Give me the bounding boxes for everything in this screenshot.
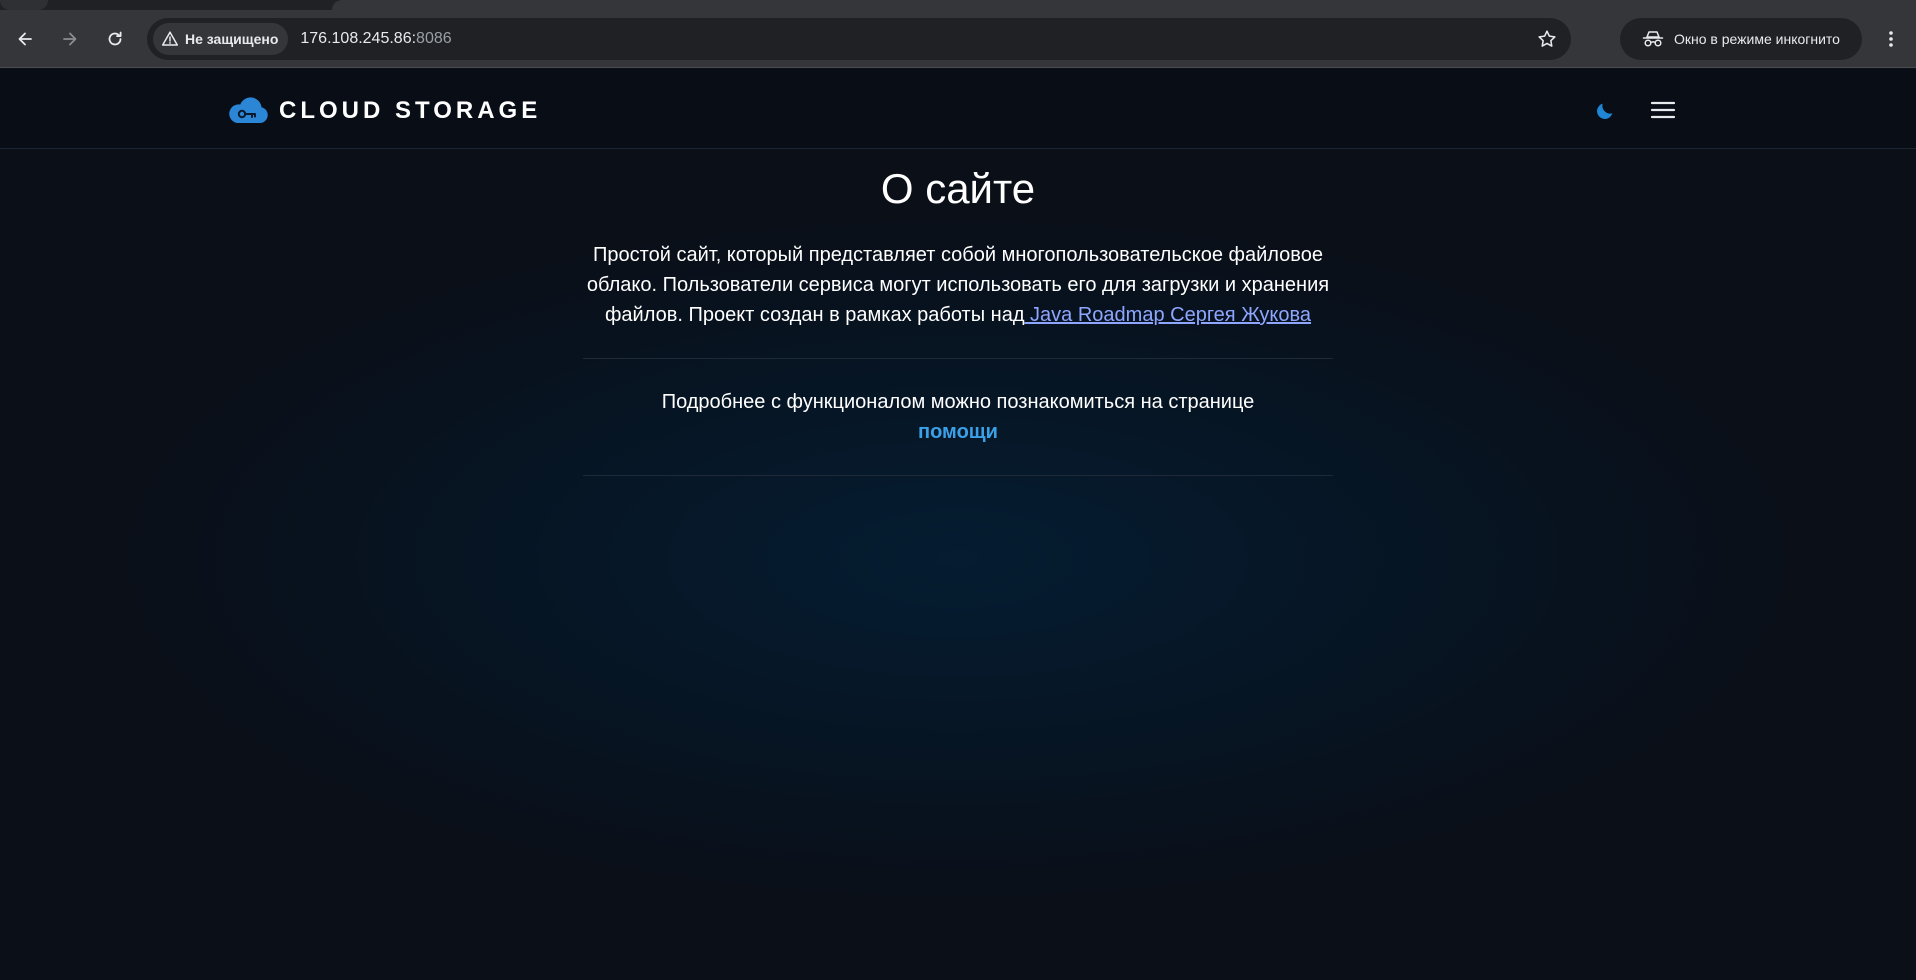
security-indicator[interactable]: Не защищено bbox=[153, 23, 289, 55]
tab-previous[interactable] bbox=[0, 0, 48, 10]
theme-toggle-button[interactable] bbox=[1592, 98, 1618, 124]
forward-button[interactable] bbox=[55, 24, 85, 54]
address-bar[interactable]: Не защищено 176.108.245.86:8086 bbox=[147, 18, 1571, 60]
help-text: Подробнее с функционалом можно познакоми… bbox=[661, 391, 1255, 413]
cloud-key-icon bbox=[229, 97, 268, 123]
help-link[interactable]: помощи bbox=[918, 421, 998, 443]
url-text[interactable]: 176.108.245.86:8086 bbox=[300, 30, 451, 48]
warning-icon bbox=[161, 31, 179, 46]
back-button[interactable] bbox=[10, 24, 40, 54]
menu-toggle-button[interactable] bbox=[1650, 95, 1676, 125]
arrow-left-icon bbox=[18, 32, 32, 46]
security-label: Не защищено bbox=[185, 31, 279, 47]
reload-button[interactable] bbox=[100, 24, 130, 54]
tab-strip bbox=[0, 0, 1916, 10]
hamburger-icon bbox=[1650, 101, 1676, 119]
page-title: О сайте bbox=[880, 165, 1036, 212]
site-header: CLOUD STORAGE bbox=[0, 69, 1916, 149]
incognito-icon bbox=[1642, 31, 1664, 47]
browser-toolbar: Не защищено 176.108.245.86:8086 Окно в р… bbox=[0, 10, 1916, 68]
java-roadmap-link[interactable]: Java Roadmap Сергея Жукова bbox=[1025, 304, 1311, 326]
tab-active[interactable] bbox=[332, 0, 1916, 10]
about-section: О сайте Простой сайт, который представля… bbox=[560, 164, 1356, 476]
incognito-indicator[interactable]: Окно в режиме инкогнито bbox=[1620, 18, 1862, 60]
incognito-label: Окно в режиме инкогнито bbox=[1674, 31, 1840, 47]
divider-bottom bbox=[583, 475, 1333, 476]
browser-menu-button[interactable] bbox=[1876, 24, 1906, 54]
brand-name: CLOUD STORAGE bbox=[279, 97, 542, 124]
reload-icon bbox=[108, 31, 122, 46]
url-host: 176.108.245.86: bbox=[300, 30, 417, 47]
star-icon bbox=[1538, 30, 1556, 47]
url-port: 8086 bbox=[416, 30, 452, 47]
moon-icon bbox=[1597, 103, 1613, 119]
web-page: CLOUD STORAGE О сайте Простой сайт, кото… bbox=[0, 69, 1916, 980]
divider-top bbox=[583, 358, 1333, 359]
about-description: Простой сайт, который представляет собой… bbox=[560, 240, 1356, 330]
arrow-right-icon bbox=[63, 32, 77, 46]
help-paragraph: Подробнее с функционалом можно познакоми… bbox=[560, 387, 1356, 447]
bookmark-button[interactable] bbox=[1535, 27, 1559, 51]
more-vertical-icon bbox=[1889, 31, 1893, 47]
brand-link[interactable]: CLOUD STORAGE bbox=[227, 93, 541, 129]
